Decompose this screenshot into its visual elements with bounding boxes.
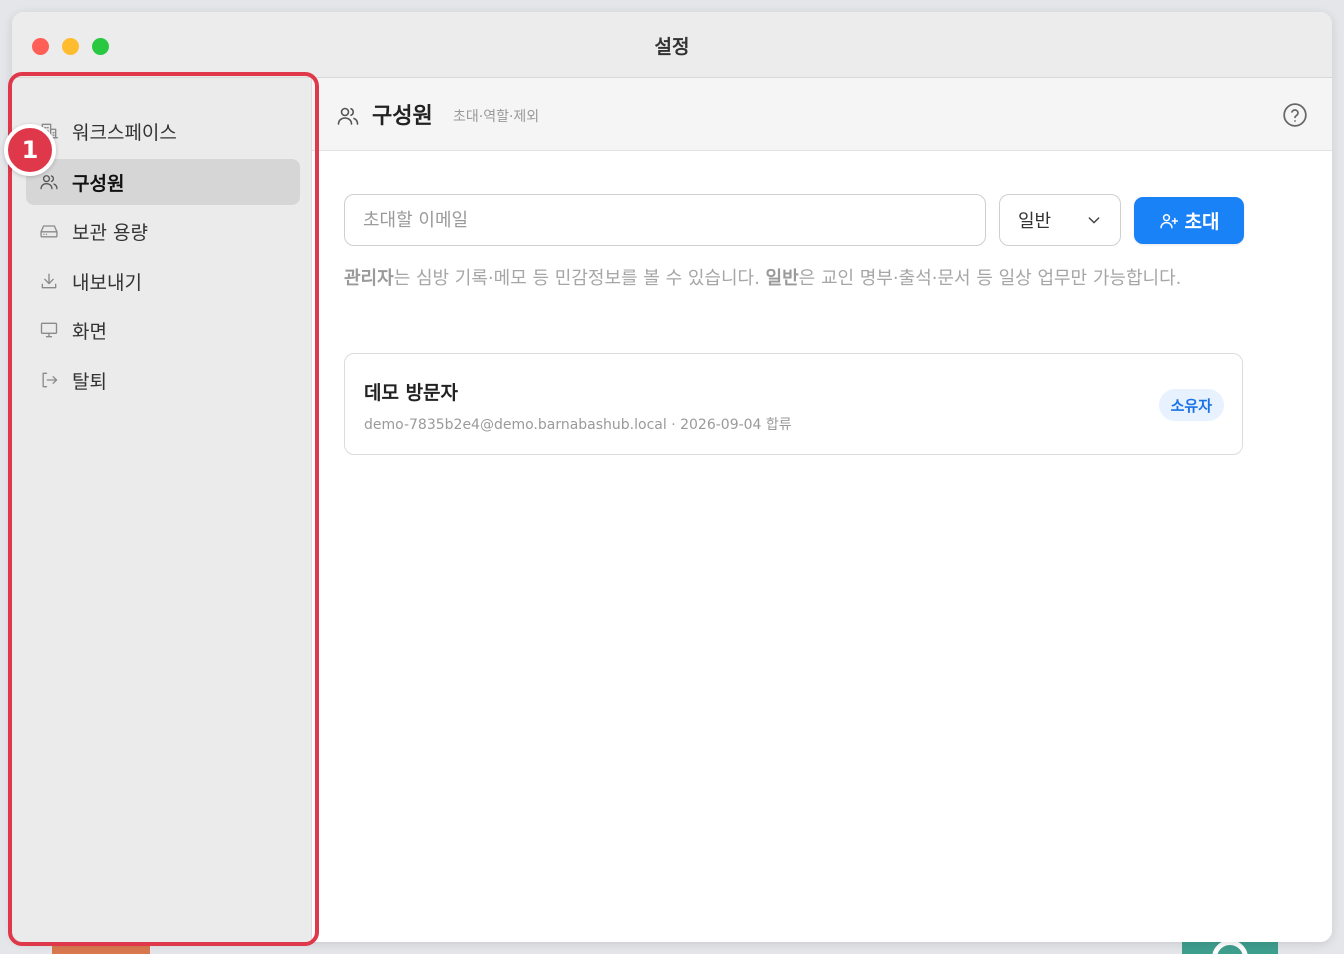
members-panel: 구성원 초대·역할·제외 일반 초대 관리자는 심방 기록·메모 등 민감정보를… <box>312 78 1332 942</box>
background-app-strip-left <box>52 946 150 954</box>
sidebar-item-workspace[interactable]: 워크스페이스 <box>26 108 300 154</box>
invite-button-label: 초대 <box>1184 211 1220 233</box>
window-title: 설정 <box>654 36 690 58</box>
sidebar-item-label: 내보내기 <box>72 271 142 294</box>
role-select[interactable]: 일반 <box>999 194 1121 246</box>
sidebar-item-withdraw[interactable]: 탈퇴 <box>26 357 300 403</box>
page-subtitle: 초대·역할·제외 <box>453 109 540 125</box>
sidebar-item-export[interactable]: 내보내기 <box>26 258 300 304</box>
sidebar-item-label: 화면 <box>72 320 107 343</box>
hard-drive-icon <box>38 220 60 242</box>
sidebar-item-storage[interactable]: 보관 용량 <box>26 208 300 254</box>
role-help-text: 관리자는 심방 기록·메모 등 민감정보를 볼 수 있습니다. 일반은 교인 명… <box>344 262 1244 295</box>
sidebar-item-display[interactable]: 화면 <box>26 307 300 353</box>
member-meta: demo-7835b2e4@demo.barnabashub.local · 2… <box>364 417 792 433</box>
sidebar-item-label: 구성원 <box>72 172 125 195</box>
users-icon <box>337 107 359 125</box>
sidebar-item-label: 보관 용량 <box>72 221 148 244</box>
panel-header: 구성원 초대·역할·제외 <box>312 78 1332 151</box>
monitor-icon <box>38 319 60 341</box>
sidebar-item-label: 탈퇴 <box>72 370 107 393</box>
user-plus-icon <box>1159 213 1178 228</box>
normal-role-term: 일반 <box>765 268 799 289</box>
admin-role-term: 관리자 <box>344 268 394 289</box>
title-bar: 설정 <box>12 12 1332 78</box>
logout-icon <box>38 369 60 391</box>
users-icon <box>38 171 60 193</box>
page-title: 구성원 <box>372 104 433 129</box>
sidebar-item-label: 워크스페이스 <box>72 121 177 144</box>
member-name: 데모 방문자 <box>364 382 459 404</box>
member-row[interactable]: 데모 방문자 demo-7835b2e4@demo.barnabashub.lo… <box>344 353 1243 455</box>
building-icon <box>38 120 60 142</box>
settings-window: 설정 워크스페이스 구성원 보관 용량 내보내기 화면 탈퇴 구성원 초대·역할… <box>12 12 1332 942</box>
sidebar-item-members[interactable]: 구성원 <box>26 159 300 205</box>
download-icon <box>38 270 60 292</box>
role-badge: 소유자 <box>1158 389 1224 421</box>
question-circle-icon[interactable] <box>1282 102 1308 128</box>
admin-role-desc: 는 심방 기록·메모 등 민감정보를 볼 수 있습니다. <box>393 268 766 289</box>
settings-sidebar: 워크스페이스 구성원 보관 용량 내보내기 화면 탈퇴 <box>12 78 312 942</box>
invite-button[interactable]: 초대 <box>1134 197 1244 244</box>
role-select-value: 일반 <box>1018 211 1052 232</box>
invite-email-input[interactable] <box>344 194 986 246</box>
chevron-down-icon <box>1088 217 1100 224</box>
normal-role-desc: 은 교인 명부·출석·문서 등 일상 업무만 가능합니다. <box>798 268 1182 289</box>
